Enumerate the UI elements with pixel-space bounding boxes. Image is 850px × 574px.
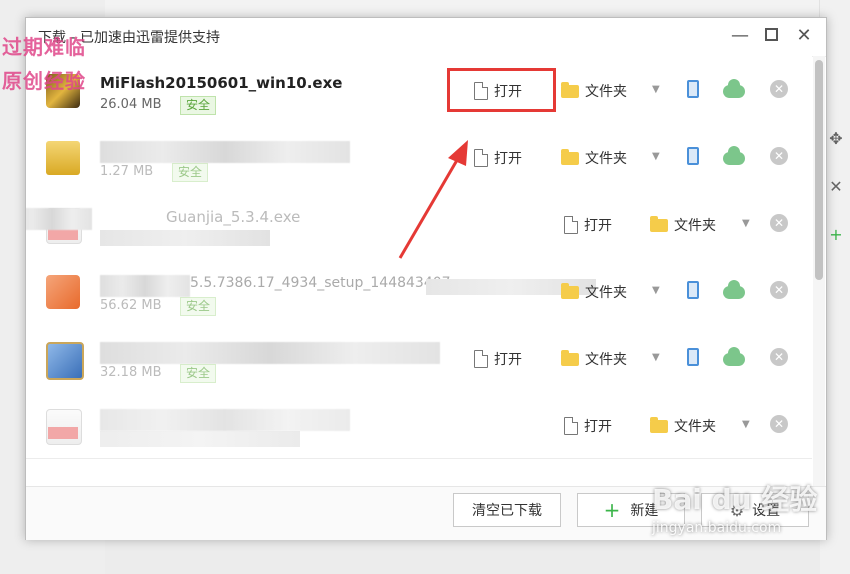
- file-name: 5.5.7386.17_4934_setup_144843407: [190, 275, 451, 291]
- dropdown-icon[interactable]: ▼: [652, 84, 660, 95]
- document-icon: [564, 417, 578, 435]
- folder-icon: [561, 81, 579, 98]
- watermark-top-left: 过期难临 原创经验: [2, 30, 106, 98]
- download-row[interactable]: 32.18 MB 安全 打开 文件夹 ▼ ✕: [26, 324, 812, 392]
- safe-badge: 安全: [180, 364, 217, 383]
- highlight-box: [447, 68, 556, 112]
- folder-button[interactable]: 文件夹: [650, 215, 716, 235]
- dropdown-icon[interactable]: ▼: [652, 151, 660, 162]
- document-icon: [474, 350, 488, 368]
- file-icon-accent: [48, 427, 78, 439]
- open-button[interactable]: 打开: [564, 215, 612, 235]
- cloud-icon[interactable]: [723, 280, 745, 299]
- file-name: MiFlash20150601_win10.exe: [100, 74, 343, 92]
- open-button[interactable]: 打开: [474, 349, 522, 369]
- cloud-icon[interactable]: [723, 146, 745, 165]
- file-size: 1.27 MB: [100, 164, 154, 179]
- folder-icon: [650, 215, 668, 232]
- dropdown-icon[interactable]: ▼: [742, 419, 750, 430]
- folder-label: 文件夹: [674, 419, 716, 435]
- watermark-line2: 原创经验: [2, 69, 86, 93]
- safe-badge: 安全: [180, 297, 217, 316]
- file-size: 32.18 MB: [100, 365, 162, 380]
- file-name: Guanjia_5.3.4.exe: [166, 208, 301, 226]
- scroll-thumb[interactable]: [815, 60, 823, 280]
- watermark-brand: Bai du 经验: [652, 483, 818, 516]
- delete-icon[interactable]: ✕: [770, 415, 788, 433]
- dropdown-icon[interactable]: ▼: [652, 285, 660, 296]
- folder-file-icon: [46, 141, 80, 175]
- safe-badge: 安全: [180, 96, 217, 115]
- download-row[interactable]: 打开 文件夹 ▼ ✕: [26, 391, 812, 459]
- blurred-file-size: [100, 431, 300, 447]
- clear-downloaded-button[interactable]: 清空已下载: [453, 493, 561, 527]
- download-row[interactable]: 5.5.7386.17_4934_setup_144843407 56.62 M…: [26, 257, 812, 325]
- blurred-file-name: [100, 342, 440, 364]
- delete-icon[interactable]: ✕: [770, 80, 788, 98]
- folder-button[interactable]: 文件夹: [561, 148, 627, 168]
- blurred-file-name: [100, 409, 350, 431]
- delete-icon[interactable]: ✕: [770, 147, 788, 165]
- delete-icon[interactable]: ✕: [770, 348, 788, 366]
- folder-label: 文件夹: [674, 218, 716, 234]
- close-button[interactable]: ✕: [792, 24, 816, 48]
- folder-button[interactable]: 文件夹: [561, 349, 627, 369]
- download-row[interactable]: Guanjia_5.3.4.exe 打开 文件夹 ▼ ✕: [26, 190, 812, 258]
- blurred-prefix: [26, 208, 92, 230]
- scrollbar[interactable]: [813, 56, 825, 486]
- blurred-prefix: [100, 275, 190, 297]
- delete-icon[interactable]: ✕: [770, 281, 788, 299]
- folder-icon: [561, 282, 579, 299]
- folder-icon: [650, 416, 668, 433]
- open-label: 打开: [584, 218, 612, 234]
- maximize-icon: [764, 28, 778, 41]
- document-icon: [474, 149, 488, 167]
- blurred-file-name: [100, 141, 350, 163]
- folder-icon: [561, 148, 579, 165]
- download-dialog: 下载 - 已加速由迅雷提供支持 — ✕ MiFlash20150601_win1…: [25, 17, 827, 540]
- phone-icon[interactable]: [687, 348, 699, 366]
- dropdown-icon[interactable]: ▼: [652, 352, 660, 363]
- download-list: MiFlash20150601_win10.exe 26.04 MB 安全 打开…: [26, 56, 812, 486]
- watermark-line1: 过期难临: [2, 35, 86, 59]
- open-label: 打开: [584, 419, 612, 435]
- folder-button[interactable]: 文件夹: [561, 81, 627, 101]
- image-file-icon: [46, 342, 84, 380]
- safe-badge: 安全: [172, 163, 209, 182]
- open-label: 打开: [494, 151, 522, 167]
- watermark-baidu: Bai du 经验 jingyan.baidu.com: [652, 478, 842, 558]
- cloud-icon[interactable]: [723, 347, 745, 366]
- folder-label: 文件夹: [585, 151, 627, 167]
- file-size: 26.04 MB: [100, 97, 162, 112]
- download-row[interactable]: 1.27 MB 安全 打开 文件夹 ▼ ✕: [26, 123, 812, 191]
- folder-label: 文件夹: [585, 285, 627, 301]
- open-button[interactable]: 打开: [474, 148, 522, 168]
- dropdown-icon[interactable]: ▼: [742, 218, 750, 229]
- plus-icon: +: [603, 498, 621, 522]
- download-row[interactable]: MiFlash20150601_win10.exe 26.04 MB 安全 打开…: [26, 56, 812, 124]
- phone-icon[interactable]: [687, 147, 699, 165]
- folder-label: 文件夹: [585, 84, 627, 100]
- file-size: 56.62 MB: [100, 298, 162, 313]
- cloud-icon[interactable]: [723, 79, 745, 98]
- document-icon: [564, 216, 578, 234]
- blurred-file-size: [100, 230, 270, 246]
- folder-label: 文件夹: [585, 352, 627, 368]
- package-file-icon: [46, 275, 80, 309]
- maximize-button[interactable]: [759, 24, 783, 48]
- open-button[interactable]: 打开: [564, 416, 612, 436]
- minimize-button[interactable]: —: [728, 24, 752, 48]
- phone-icon[interactable]: [687, 80, 699, 98]
- delete-icon[interactable]: ✕: [770, 214, 788, 232]
- title-bar: 下载 - 已加速由迅雷提供支持 — ✕: [26, 18, 826, 57]
- open-label: 打开: [494, 352, 522, 368]
- phone-icon[interactable]: [687, 281, 699, 299]
- watermark-url: jingyan.baidu.com: [652, 520, 782, 536]
- folder-button[interactable]: 文件夹: [561, 282, 627, 302]
- folder-icon: [561, 349, 579, 366]
- folder-button[interactable]: 文件夹: [650, 416, 716, 436]
